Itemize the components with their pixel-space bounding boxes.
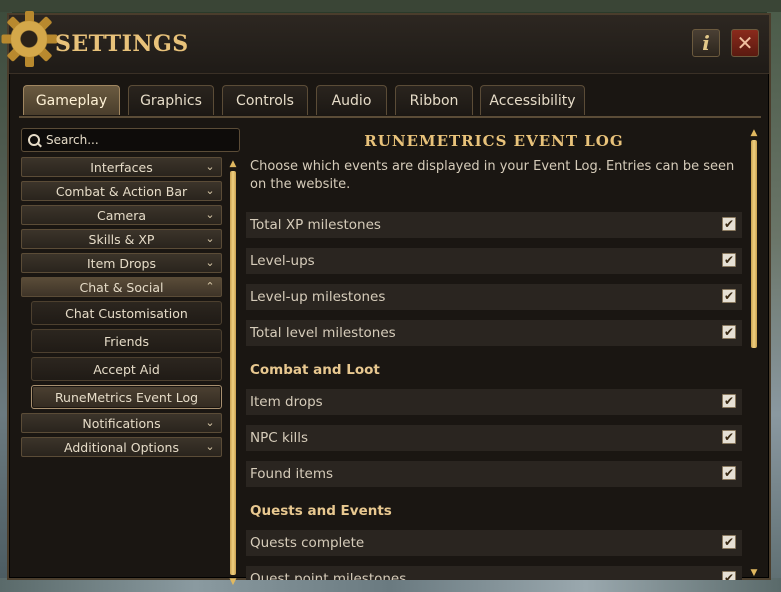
checkbox-checked[interactable]: ✔ <box>722 394 736 408</box>
tab-ribbon[interactable]: Ribbon <box>395 85 473 115</box>
chevron-up-icon: ⌃ <box>205 280 215 293</box>
option-row[interactable]: Quests complete ✔ <box>246 530 742 556</box>
option-row[interactable]: NPC kills ✔ <box>246 425 742 451</box>
nav-sub-runemetrics-event-log[interactable]: RuneMetrics Event Log <box>31 385 222 409</box>
option-row[interactable]: Level-up milestones ✔ <box>246 284 742 310</box>
tab-gameplay[interactable]: Gameplay <box>23 85 120 115</box>
chevron-down-icon: ⌄ <box>205 184 215 197</box>
scroll-down-arrow-icon[interactable]: ▼ <box>750 568 758 578</box>
tab-divider <box>19 116 761 118</box>
tab-audio[interactable]: Audio <box>316 85 387 115</box>
nav-additional-options[interactable]: Additional Options ⌄ <box>21 437 222 457</box>
section-title-quests: Quests and Events <box>250 503 392 519</box>
option-label: NPC kills <box>250 430 309 446</box>
tab-accessibility[interactable]: Accessibility <box>480 85 585 115</box>
chevron-down-icon: ⌄ <box>205 440 215 453</box>
search-icon <box>28 134 42 148</box>
sidebar-scroll-thumb[interactable] <box>230 171 236 575</box>
chevron-down-icon: ⌄ <box>205 232 215 245</box>
nav-chat-social[interactable]: Chat & Social ⌃ <box>21 277 222 297</box>
checkbox-checked[interactable]: ✔ <box>722 253 736 267</box>
chevron-down-icon: ⌄ <box>205 416 215 429</box>
option-label: Total XP milestones <box>250 217 381 233</box>
settings-window: SETTINGS i ✕ Gameplay Graphics Controls … <box>1 11 771 587</box>
option-row[interactable]: Total XP milestones ✔ <box>246 212 742 238</box>
checkbox-checked[interactable]: ✔ <box>722 217 736 231</box>
nav-label: Notifications <box>82 415 161 431</box>
tab-controls[interactable]: Controls <box>222 85 308 115</box>
nav-label: Camera <box>96 207 147 223</box>
checkbox-checked[interactable]: ✔ <box>722 535 736 549</box>
game-background-top <box>0 0 781 12</box>
content-scrollbar[interactable]: ▲ ▼ <box>750 128 758 580</box>
scroll-up-arrow-icon[interactable]: ▲ <box>229 159 237 169</box>
chevron-down-icon: ⌄ <box>205 208 215 221</box>
info-icon: i <box>702 31 710 55</box>
nav-label: Chat & Social <box>79 279 164 295</box>
gear-icon <box>1 11 58 67</box>
close-icon: ✕ <box>736 31 754 55</box>
close-button[interactable]: ✕ <box>731 29 759 57</box>
nav-combat-action-bar[interactable]: Combat & Action Bar ⌄ <box>21 181 222 201</box>
option-label: Level-up milestones <box>250 289 386 305</box>
nav-sub-friends[interactable]: Friends <box>31 329 222 353</box>
option-label: Quests complete <box>250 535 365 551</box>
title-bar[interactable]: SETTINGS i ✕ <box>1 11 769 74</box>
nav-camera[interactable]: Camera ⌄ <box>21 205 222 225</box>
scroll-up-arrow-icon[interactable]: ▲ <box>750 128 758 138</box>
option-row[interactable]: Found items ✔ <box>246 461 742 487</box>
info-button[interactable]: i <box>692 29 720 57</box>
nav-sub-accept-aid[interactable]: Accept Aid <box>31 357 222 381</box>
checkbox-checked[interactable]: ✔ <box>722 430 736 444</box>
search-placeholder: Search... <box>46 133 99 147</box>
settings-content: RUNEMETRICS EVENT LOG Choose which event… <box>246 128 742 580</box>
content-scroll-thumb[interactable] <box>751 140 757 348</box>
tab-graphics[interactable]: Graphics <box>128 85 214 115</box>
option-row[interactable]: Total level milestones ✔ <box>246 320 742 346</box>
option-label: Total level milestones <box>250 325 396 341</box>
sidebar-scrollbar[interactable]: ▲ ▼ <box>229 159 237 589</box>
nav-label: Item Drops <box>86 255 156 271</box>
section-description: Choose which events are displayed in you… <box>250 159 735 192</box>
option-label: Found items <box>250 466 334 482</box>
nav-sub-chat-customisation[interactable]: Chat Customisation <box>31 301 222 325</box>
option-label: Level-ups <box>250 253 315 269</box>
option-row[interactable]: Quest point milestones ✔ <box>246 566 742 580</box>
nav-label: Skills & XP <box>88 231 155 247</box>
nav-label: Additional Options <box>64 439 179 455</box>
chevron-down-icon: ⌄ <box>205 256 215 269</box>
checkbox-checked[interactable]: ✔ <box>722 325 736 339</box>
section-heading: RUNEMETRICS EVENT LOG <box>364 132 624 150</box>
scroll-down-arrow-icon[interactable]: ▼ <box>229 577 237 587</box>
nav-item-drops[interactable]: Item Drops ⌄ <box>21 253 222 273</box>
nav-label: Combat & Action Bar <box>55 183 188 199</box>
nav-skills-xp[interactable]: Skills & XP ⌄ <box>21 229 222 249</box>
nav-notifications[interactable]: Notifications ⌄ <box>21 413 222 433</box>
checkbox-checked[interactable]: ✔ <box>722 571 736 580</box>
nav-interfaces[interactable]: Interfaces ⌄ <box>21 157 222 177</box>
section-title-combat: Combat and Loot <box>250 362 380 378</box>
nav-label: Interfaces <box>90 159 153 175</box>
checkbox-checked[interactable]: ✔ <box>722 466 736 480</box>
checkbox-checked[interactable]: ✔ <box>722 289 736 303</box>
option-row[interactable]: Level-ups ✔ <box>246 248 742 274</box>
option-row[interactable]: Item drops ✔ <box>246 389 742 415</box>
option-label: Quest point milestones <box>250 571 407 580</box>
chevron-down-icon: ⌄ <box>205 160 215 173</box>
game-background-bottom <box>0 578 781 592</box>
search-input[interactable]: Search... <box>21 128 240 152</box>
window-title: SETTINGS <box>55 31 189 57</box>
option-label: Item drops <box>250 394 323 410</box>
